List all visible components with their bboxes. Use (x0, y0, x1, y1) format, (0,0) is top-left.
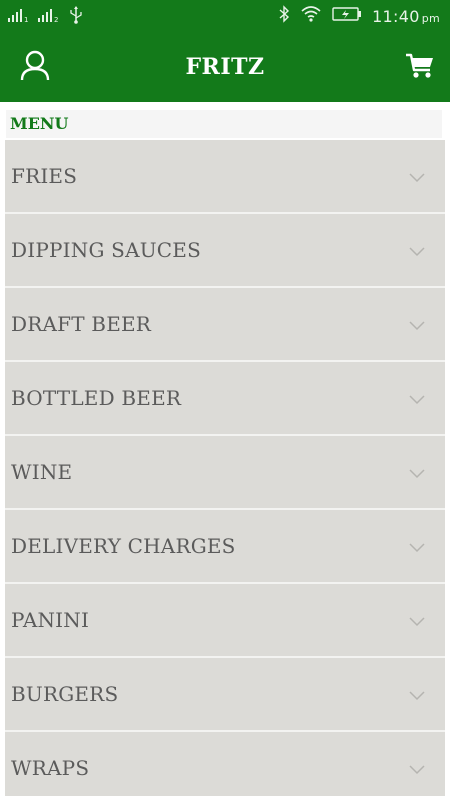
chevron-down-icon (409, 762, 425, 780)
svg-text:2: 2 (54, 16, 58, 23)
battery-charging-icon (332, 6, 362, 26)
menu-item-label: WINE (11, 460, 73, 484)
menu-item-draft-beer[interactable]: DRAFT BEER (5, 288, 445, 362)
menu-item-fries[interactable]: FRIES (5, 140, 445, 214)
chevron-down-icon (409, 466, 425, 484)
status-left: 1 2 (8, 6, 84, 28)
menu-item-wine[interactable]: WINE (5, 436, 445, 510)
bluetooth-icon (278, 5, 290, 27)
menu-header-label: MENU (10, 114, 69, 133)
chevron-down-icon (409, 614, 425, 632)
app-bar: FRITZ (0, 32, 450, 102)
chevron-down-icon (409, 318, 425, 336)
signal-icon: 1 (8, 7, 30, 27)
menu-item-label: BURGERS (11, 682, 119, 706)
status-bar: 1 2 11:40 pm (0, 0, 450, 32)
menu-item-wraps[interactable]: WRAPS (5, 732, 445, 796)
menu-item-label: DELIVERY CHARGES (11, 534, 236, 558)
menu-item-panini[interactable]: PANINI (5, 584, 445, 658)
wifi-icon (300, 5, 322, 27)
chevron-down-icon (409, 392, 425, 410)
menu-item-label: PANINI (11, 608, 90, 632)
chevron-down-icon (409, 244, 425, 262)
app-title: FRITZ (185, 54, 265, 80)
menu-item-label: BOTTLED BEER (11, 386, 182, 410)
menu-header: MENU (6, 110, 442, 138)
chevron-down-icon (409, 540, 425, 558)
svg-text:1: 1 (24, 16, 28, 23)
cart-icon (405, 52, 435, 85)
menu-item-bottled-beer[interactable]: BOTTLED BEER (5, 362, 445, 436)
status-right: 11:40 pm (278, 5, 440, 27)
menu-item-burgers[interactable]: BURGERS (5, 658, 445, 732)
status-time: 11:40 pm (372, 6, 440, 26)
menu-item-delivery-charges[interactable]: DELIVERY CHARGES (5, 510, 445, 584)
chevron-down-icon (409, 688, 425, 706)
signal-2-icon: 2 (38, 7, 60, 27)
menu-list: FRIES DIPPING SAUCES DRAFT BEER BOTTLED … (5, 140, 445, 796)
cart-button[interactable] (402, 50, 438, 86)
menu-item-label: FRIES (11, 164, 78, 188)
menu-item-label: DRAFT BEER (11, 312, 152, 336)
chevron-down-icon (409, 170, 425, 188)
menu-item-label: DIPPING SAUCES (11, 238, 201, 262)
menu-item-dipping-sauces[interactable]: DIPPING SAUCES (5, 214, 445, 288)
menu-item-label: WRAPS (11, 756, 90, 780)
usb-icon (68, 6, 84, 28)
